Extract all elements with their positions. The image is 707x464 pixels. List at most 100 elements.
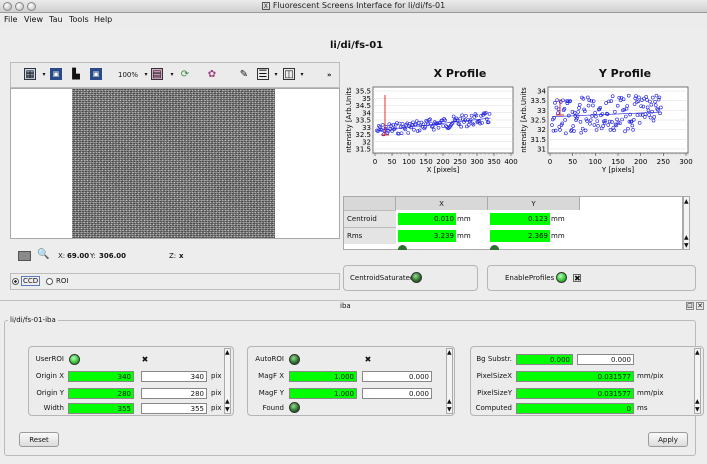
centroid-x-value: 0.010 [398, 213, 456, 225]
apply-button[interactable]: Apply [648, 432, 688, 447]
scroll-down-icon[interactable]: ▼ [695, 406, 700, 413]
centroid-x-unit: mm [457, 215, 471, 223]
rms-x-text: 3.239 [433, 232, 454, 240]
pixel-size-y-unit: mm/pix [637, 389, 664, 397]
x-tick-label: 300 [470, 158, 483, 166]
ccd-radio-label[interactable]: CCD [21, 276, 41, 286]
vline-dropdown-icon[interactable]: ▾ [296, 68, 308, 80]
hline-dropdown-icon[interactable]: ▾ [270, 68, 282, 80]
x-tick-label: 200 [436, 158, 449, 166]
y-profile-title: Y Profile [598, 67, 652, 80]
scroll-up-icon[interactable]: ▲ [695, 398, 700, 405]
scroll-down-icon[interactable]: ▼ [225, 406, 230, 413]
z-value: x [179, 252, 184, 260]
scroll-up-icon[interactable]: ▲ [447, 349, 452, 356]
enable-profiles-checkbox[interactable]: ✖ [573, 274, 581, 283]
x-tick-label: 200 [634, 158, 647, 166]
magf-y-input[interactable]: 0.000 [362, 388, 432, 399]
y-tick-label: 32.5 [530, 117, 546, 125]
table-corner [344, 197, 396, 210]
origin-x-input[interactable]: 340 [141, 371, 207, 382]
width-input[interactable]: 355 [141, 403, 207, 414]
y-tick-label: 34 [537, 88, 546, 96]
scroll-up-icon[interactable]: ▲ [447, 398, 452, 405]
centroid-x-text: 0.010 [433, 215, 454, 223]
auto-roi-checkbox[interactable]: ✖ [364, 356, 372, 364]
pixel-size-x-label: PixelSizeX [476, 372, 512, 380]
x-tick-label: 250 [453, 158, 466, 166]
float-panel-icon[interactable]: ⊡ [686, 302, 694, 310]
horizontal-line-icon[interactable]: ☰ [257, 68, 269, 80]
user-roi-checkbox[interactable]: ✖ [141, 356, 149, 364]
ccd-radio[interactable] [12, 278, 19, 285]
pen-icon[interactable]: ✎ [238, 68, 250, 80]
menu-file[interactable]: File [4, 15, 17, 24]
status-led [398, 245, 407, 250]
refresh-icon[interactable]: ⟳ [179, 68, 191, 80]
pixel-size-x-unit: mm/pix [637, 372, 664, 380]
image-select-icon[interactable]: ▦ [24, 68, 36, 80]
scroll-up-icon[interactable]: ▲ [684, 198, 689, 205]
rms-x-unit: mm [457, 232, 471, 240]
auto-roi-label: AutoROI [255, 355, 284, 363]
scroll-up-icon[interactable]: ▲ [225, 398, 230, 405]
menu-view[interactable]: View [24, 15, 43, 24]
x-tick-label: 100 [402, 158, 415, 166]
origin-y-input[interactable]: 280 [141, 388, 207, 399]
scroll-up-icon[interactable]: ▲ [225, 349, 230, 356]
y-tick-label: 33.5 [530, 97, 546, 105]
table-row-label-centroid: Centroid [344, 210, 396, 227]
magnifier-icon[interactable]: 🔍 [37, 249, 49, 260]
scroll-up-icon[interactable]: ▲ [695, 349, 700, 356]
origin-y-value: 280 [68, 388, 134, 399]
palette-icon[interactable]: ✿ [206, 68, 218, 80]
x-profile-title: X Profile [433, 67, 487, 80]
save-as-icon[interactable]: ▣ [90, 68, 102, 80]
enable-profiles-label: EnableProfiles [505, 274, 555, 282]
roi-radio[interactable] [46, 278, 53, 285]
found-label: Found [262, 404, 284, 412]
close-panel-icon[interactable]: ✕ [696, 302, 704, 310]
width-unit: pix [211, 404, 222, 412]
chevron-down-icon[interactable]: ▾ [38, 68, 50, 80]
save-icon[interactable]: ▣ [50, 68, 62, 80]
ccd-image [72, 89, 275, 238]
table-row-label-rms: Rms [344, 227, 396, 244]
scroll-down-icon[interactable]: ▼ [447, 406, 452, 413]
histogram-icon[interactable]: ▙ [70, 68, 82, 80]
menu-tau[interactable]: Tau [49, 15, 63, 24]
x-axis-label: Y [pixels] [601, 166, 634, 174]
x-tick-label: 50 [568, 158, 577, 166]
colormap-dropdown-icon[interactable]: ▾ [166, 68, 178, 80]
colormap-icon[interactable]: ▤ [151, 68, 163, 80]
x-tick-label: 50 [388, 158, 397, 166]
x-coord-label: X: [58, 252, 66, 260]
menu-tools[interactable]: Tools [69, 15, 89, 24]
reset-button[interactable]: Reset [19, 432, 59, 447]
pixel-size-y-label: PixelSizeY [477, 389, 512, 397]
user-roi-led [69, 354, 80, 365]
x-coord-value: 69.00 [67, 252, 90, 260]
y-axis-label: ntensity [Arb.Units [520, 87, 528, 153]
more-tools[interactable]: » [327, 71, 332, 79]
scroll-down-icon[interactable]: ▼ [684, 242, 689, 249]
y-tick-label: 33 [537, 107, 546, 115]
computed-unit: ms [637, 404, 648, 412]
iba-group-title: li/di/fs-01-iba [8, 316, 58, 324]
y-tick-label: 32 [537, 126, 546, 134]
zoom-level[interactable]: 100% [118, 71, 138, 79]
centroid-y-value: 0.123 [490, 213, 550, 225]
roi-radio-label[interactable]: ROI [56, 277, 68, 285]
bg-substr-label: Bg Substr. [476, 355, 512, 363]
x11-icon: X [261, 1, 270, 10]
x-tick-label: 0 [373, 158, 377, 166]
page-title: li/di/fs-01 [330, 40, 384, 51]
x-tick-label: 350 [487, 158, 500, 166]
menu-help[interactable]: Help [94, 15, 112, 24]
magf-x-input[interactable]: 0.000 [362, 371, 432, 382]
centroid-y-unit: mm [551, 215, 565, 223]
origin-x-label: Origin X [35, 372, 64, 380]
bg-substr-input[interactable]: 0.000 [577, 354, 634, 365]
vertical-line-icon[interactable]: ◫ [283, 68, 295, 80]
scroll-up-icon[interactable]: ▲ [684, 234, 689, 241]
